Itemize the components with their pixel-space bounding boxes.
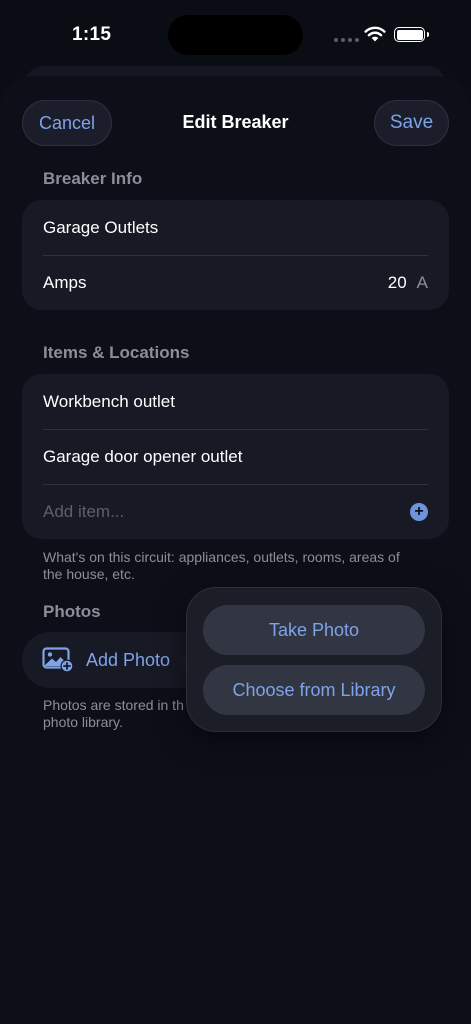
dynamic-island: [168, 15, 303, 55]
plus-circle-icon[interactable]: +: [410, 502, 428, 521]
list-item[interactable]: Garage door opener outlet: [22, 429, 449, 484]
items-footer: What's on this circuit: appliances, outl…: [43, 549, 400, 582]
screen: 1:15 Cancel Edit Breaker Save Breaker In…: [0, 0, 471, 1024]
add-photo-label: Add Photo: [86, 649, 171, 670]
items-card: Workbench outlet Garage door opener outl…: [22, 374, 449, 539]
breaker-info-header: Breaker Info: [43, 169, 143, 188]
amps-label: Amps: [43, 272, 87, 292]
photo-badge-plus-icon: [42, 647, 74, 673]
take-photo-button[interactable]: Take Photo: [203, 605, 425, 655]
item-label: Garage door opener outlet: [43, 446, 243, 466]
battery-icon: [394, 27, 429, 42]
item-label: Workbench outlet: [43, 391, 175, 411]
status-time: 1:15: [72, 24, 112, 45]
breaker-name-value: Garage Outlets: [43, 217, 159, 237]
photos-header: Photos: [43, 602, 101, 621]
add-item-row: Add item... +: [22, 484, 449, 539]
amps-value-field[interactable]: 20: [388, 273, 407, 293]
add-item-input[interactable]: Add item...: [43, 502, 124, 522]
amps-unit: A: [416, 272, 428, 292]
items-locations-header: Items & Locations: [43, 343, 190, 362]
list-item[interactable]: Workbench outlet: [22, 374, 449, 429]
photo-source-popover: Take Photo Choose from Library: [186, 587, 442, 732]
breaker-name-field[interactable]: Garage Outlets: [22, 200, 449, 255]
wifi-icon: [364, 26, 386, 42]
cellular-signal-icon: [334, 38, 359, 42]
amps-row[interactable]: Amps 20 A: [22, 255, 449, 310]
save-button[interactable]: Save: [374, 100, 449, 146]
breaker-info-card: Garage Outlets Amps 20 A: [22, 200, 449, 310]
choose-from-library-button[interactable]: Choose from Library: [203, 665, 425, 715]
